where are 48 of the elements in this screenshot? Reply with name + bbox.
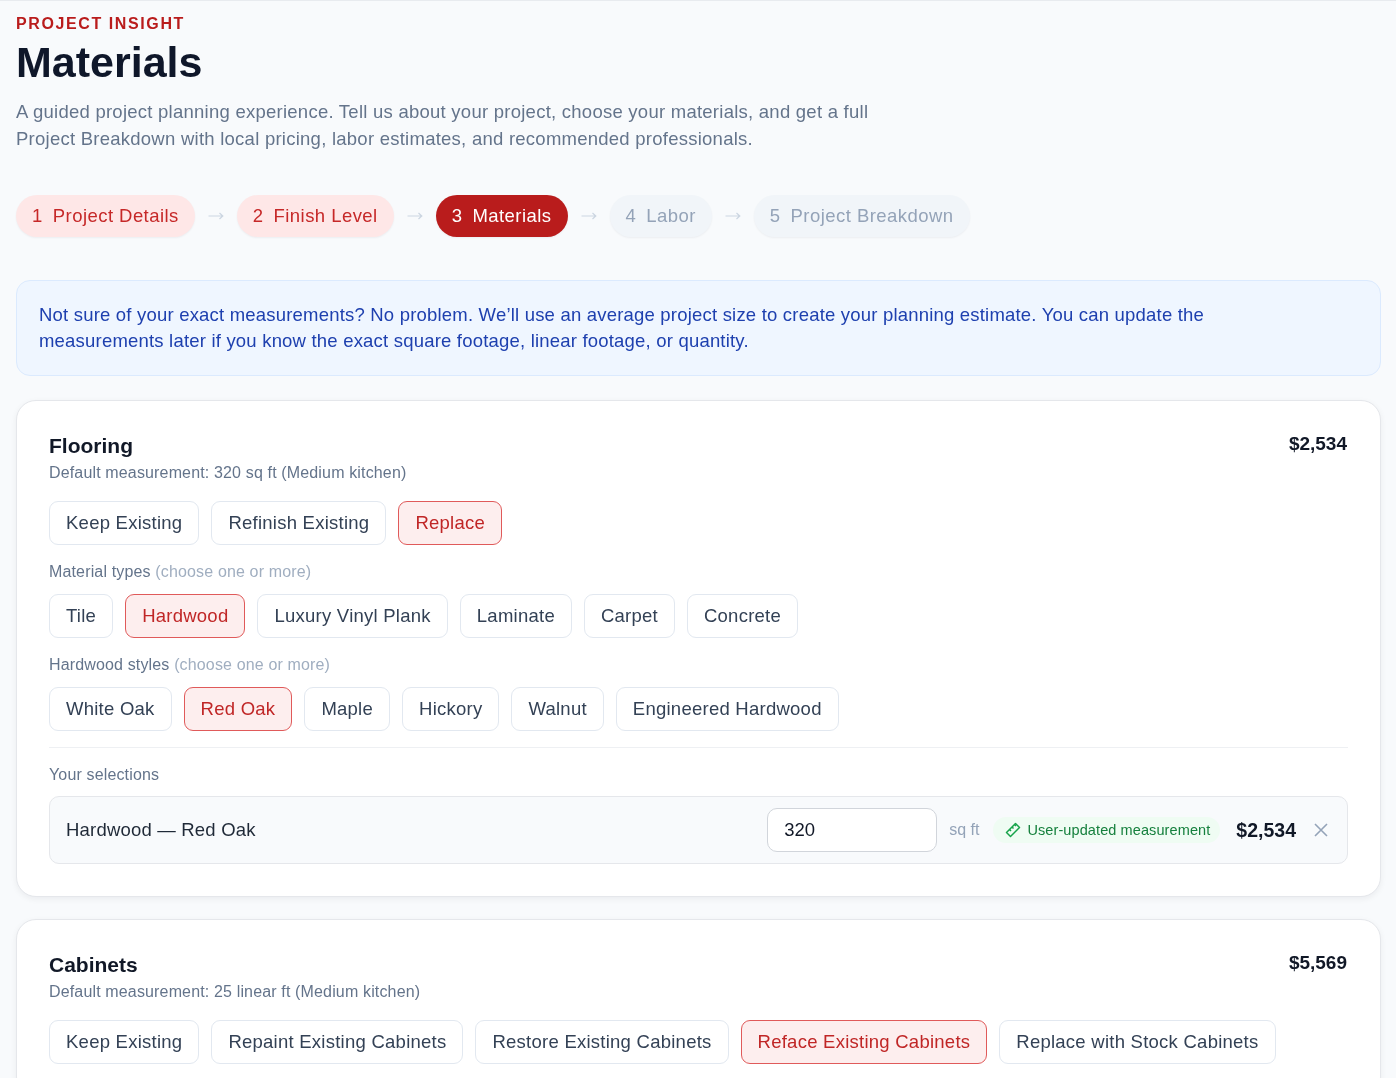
option-chip[interactable]: Maple bbox=[304, 687, 390, 731]
step-pill[interactable]: 2 Finish Level bbox=[236, 195, 394, 237]
default-measurement: Default measurement: 320 sq ft (Medium kitchen) bbox=[49, 463, 407, 483]
remove-button[interactable] bbox=[1314, 823, 1328, 837]
section-price: $2,534 bbox=[1288, 432, 1347, 456]
option-chip[interactable]: Repaint Existing Cabinets bbox=[211, 1020, 464, 1064]
ruler-icon bbox=[1005, 822, 1022, 838]
arrow-right-icon bbox=[580, 212, 597, 220]
option-chip[interactable]: Engineered Hardwood bbox=[615, 687, 839, 731]
option-chip[interactable]: Refinish Existing bbox=[211, 501, 387, 545]
option-chip[interactable]: Restore Existing Cabinets bbox=[475, 1020, 729, 1064]
notice-text: Not sure of your exact measurements? No problem. We’ll use an average project size to create your planning estimate. You can update the measurements later if you know the exact square footage, linear footage, or quantity. bbox=[39, 303, 1206, 353]
option-chip[interactable]: Hickory bbox=[402, 687, 500, 731]
arrow-right-icon bbox=[724, 212, 741, 220]
selection-price: $2,534 bbox=[1236, 818, 1296, 842]
measurement-badge: User-updated measurement bbox=[993, 817, 1221, 843]
option-chip[interactable]: Red Oak bbox=[183, 687, 293, 731]
option-chip[interactable]: White Oak bbox=[49, 687, 172, 731]
option-chip[interactable]: Carpet bbox=[583, 594, 675, 638]
default-measurement: Default measurement: 25 linear ft (Medium kitchen) bbox=[49, 982, 421, 1002]
section-title: Flooring bbox=[49, 433, 134, 459]
option-chip[interactable]: Luxury Vinyl Plank bbox=[257, 594, 448, 638]
option-chip[interactable]: Tile bbox=[49, 594, 114, 638]
section-title: Cabinets bbox=[49, 952, 139, 978]
unit-label: sq ft bbox=[949, 821, 980, 839]
selection-name: Hardwood — Red Oak bbox=[66, 819, 257, 841]
option-chip[interactable]: Walnut bbox=[511, 687, 604, 731]
group-label: Hardwood styles (choose one or more) bbox=[49, 655, 332, 675]
option-chip[interactable]: Replace bbox=[398, 501, 503, 545]
page-description: A guided project planning experience. Tell us about your project, choose your materials, and get a full Project Breakdown with local pricing, labor estimates, and recommended professionals. bbox=[16, 100, 870, 151]
option-chip[interactable]: Reface Existing Cabinets bbox=[740, 1020, 988, 1064]
group-label: Material types (choose one or more) bbox=[49, 562, 313, 582]
option-chip[interactable]: Keep Existing bbox=[49, 501, 200, 545]
arrow-right-icon bbox=[406, 212, 423, 220]
option-chip[interactable]: Replace with Stock Cabinets bbox=[999, 1020, 1276, 1064]
step-pill[interactable]: 1 Project Details bbox=[16, 195, 195, 237]
option-chip[interactable]: Keep Existing bbox=[49, 1020, 200, 1064]
eyebrow-label: PROJECT INSIGHT bbox=[16, 14, 186, 34]
section-price: $5,569 bbox=[1288, 951, 1347, 975]
close-icon bbox=[1314, 823, 1328, 837]
step-pill[interactable]: 3 Materials bbox=[435, 195, 568, 237]
option-chip[interactable]: Hardwood bbox=[125, 594, 246, 638]
arrow-right-icon bbox=[207, 212, 224, 220]
selections-label: Your selections bbox=[49, 765, 161, 785]
quantity-input[interactable]: 320 bbox=[767, 808, 938, 852]
page-title: Materials bbox=[16, 37, 204, 88]
option-chip[interactable]: Concrete bbox=[686, 594, 799, 638]
option-chip[interactable]: Laminate bbox=[459, 594, 572, 638]
